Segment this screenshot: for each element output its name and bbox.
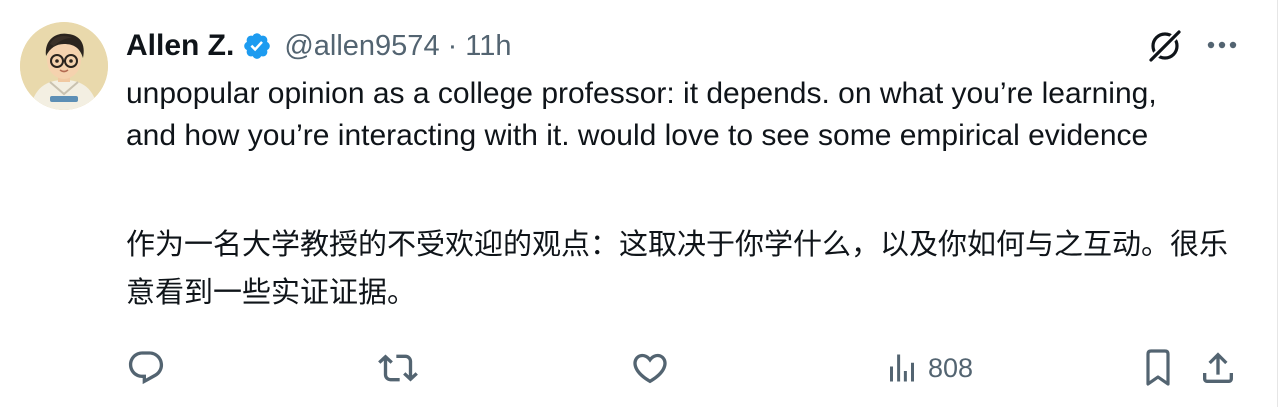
repost-button[interactable] [378, 345, 418, 391]
grok-icon[interactable] [1146, 27, 1184, 65]
avatar-illustration [20, 22, 108, 110]
author-handle[interactable]: @allen9574 [284, 30, 439, 63]
share-icon [1198, 348, 1238, 388]
post-timestamp[interactable]: 11h [465, 30, 511, 63]
views-button[interactable]: 808 [884, 345, 973, 391]
separator-dot: · [447, 29, 458, 62]
author-display-name[interactable]: Allen Z. [126, 29, 234, 63]
bookmark-icon [1140, 348, 1176, 388]
reply-button[interactable] [126, 345, 166, 391]
like-button[interactable] [630, 345, 670, 391]
action-bar: 808 [0, 345, 1280, 391]
views-count: 808 [928, 352, 974, 383]
reply-icon [126, 348, 166, 388]
post-text: unpopular opinion as a college professor… [126, 77, 1157, 152]
heart-icon [630, 348, 670, 388]
share-button[interactable] [1198, 345, 1238, 391]
avatar[interactable] [20, 22, 108, 110]
post-header: Allen Z. @allen9574 · 11h [126, 26, 511, 66]
verified-badge-icon[interactable] [242, 31, 272, 61]
bookmark-button[interactable] [1140, 345, 1176, 391]
repost-icon [378, 348, 418, 388]
post-translation: 作为一名大学教授的不受欢迎的观点：这取决于你学什么，以及你如何与之互动。很乐意看… [126, 227, 1229, 309]
analytics-icon [884, 348, 920, 388]
more-icon[interactable] [1202, 33, 1242, 57]
